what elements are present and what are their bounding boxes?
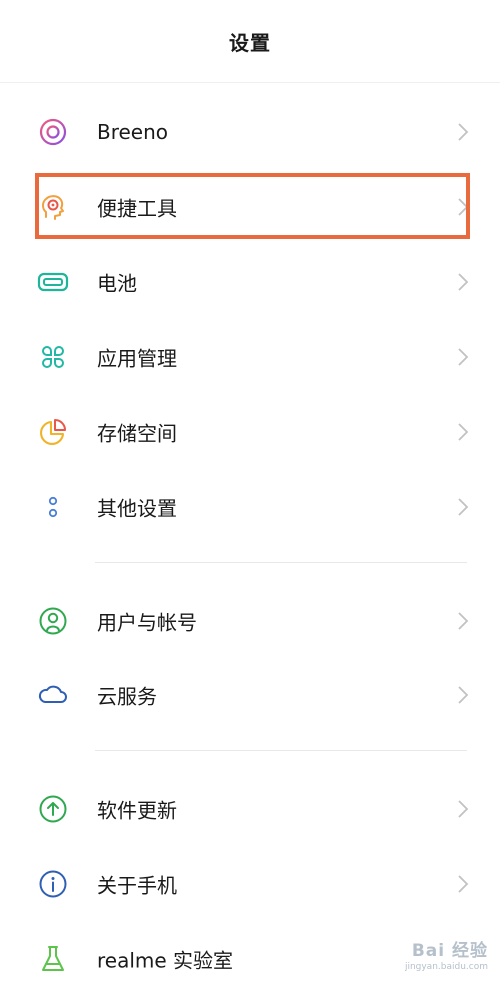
chevron-right-icon bbox=[458, 123, 469, 141]
section-divider bbox=[95, 750, 467, 751]
realme-lab-icon bbox=[37, 943, 69, 975]
settings-item-label: Breeno bbox=[97, 120, 169, 144]
settings-item-label: realme 实验室 bbox=[97, 948, 234, 973]
chevron-right-icon bbox=[458, 800, 469, 818]
other-settings-icon bbox=[37, 491, 69, 523]
settings-item-app-management[interactable]: 应用管理 bbox=[0, 320, 500, 394]
chevron-right-icon bbox=[458, 612, 469, 630]
chevron-right-icon bbox=[458, 423, 469, 441]
watermark-url: jingyan.baidu.com bbox=[404, 962, 488, 972]
chevron-right-icon bbox=[458, 273, 469, 291]
watermark-text: Bai 经验 bbox=[411, 941, 488, 961]
settings-item-label: 云服务 bbox=[97, 684, 157, 709]
settings-item-breeno[interactable]: Breeno bbox=[0, 95, 500, 169]
highlight-box bbox=[35, 173, 470, 239]
chevron-right-icon bbox=[458, 348, 469, 366]
settings-item-label: 其他设置 bbox=[97, 496, 177, 521]
settings-item-label: 关于手机 bbox=[97, 873, 177, 898]
settings-item-storage[interactable]: 存储空间 bbox=[0, 395, 500, 469]
settings-item-label: 电池 bbox=[97, 271, 137, 296]
settings-item-label: 应用管理 bbox=[97, 346, 177, 371]
settings-item-software-update[interactable]: 软件更新 bbox=[0, 772, 500, 846]
cloud-icon bbox=[37, 679, 69, 711]
about-phone-icon bbox=[37, 868, 69, 900]
settings-item-label: 软件更新 bbox=[97, 798, 177, 823]
chevron-right-icon bbox=[458, 498, 469, 516]
breeno-icon bbox=[37, 116, 69, 148]
user-account-icon bbox=[37, 605, 69, 637]
header-bar: 设置 bbox=[0, 0, 500, 83]
settings-item-about-phone[interactable]: 关于手机 bbox=[0, 847, 500, 921]
software-update-icon bbox=[37, 793, 69, 825]
watermark: Bai 经验 jingyan.baidu.com bbox=[405, 936, 488, 972]
settings-item-other-settings[interactable]: 其他设置 bbox=[0, 470, 500, 544]
settings-item-battery[interactable]: 电池 bbox=[0, 245, 500, 319]
storage-icon bbox=[37, 416, 69, 448]
chevron-right-icon bbox=[458, 686, 469, 704]
section-divider bbox=[95, 562, 467, 563]
chevron-right-icon bbox=[458, 875, 469, 893]
settings-item-cloud-service[interactable]: 云服务 bbox=[0, 658, 500, 732]
settings-item-label: 用户与帐号 bbox=[97, 610, 197, 635]
page-title: 设置 bbox=[229, 30, 271, 55]
settings-item-user-account[interactable]: 用户与帐号 bbox=[0, 584, 500, 658]
app-management-icon bbox=[37, 341, 69, 373]
settings-item-label: 存储空间 bbox=[97, 421, 177, 446]
battery-icon bbox=[37, 266, 69, 298]
